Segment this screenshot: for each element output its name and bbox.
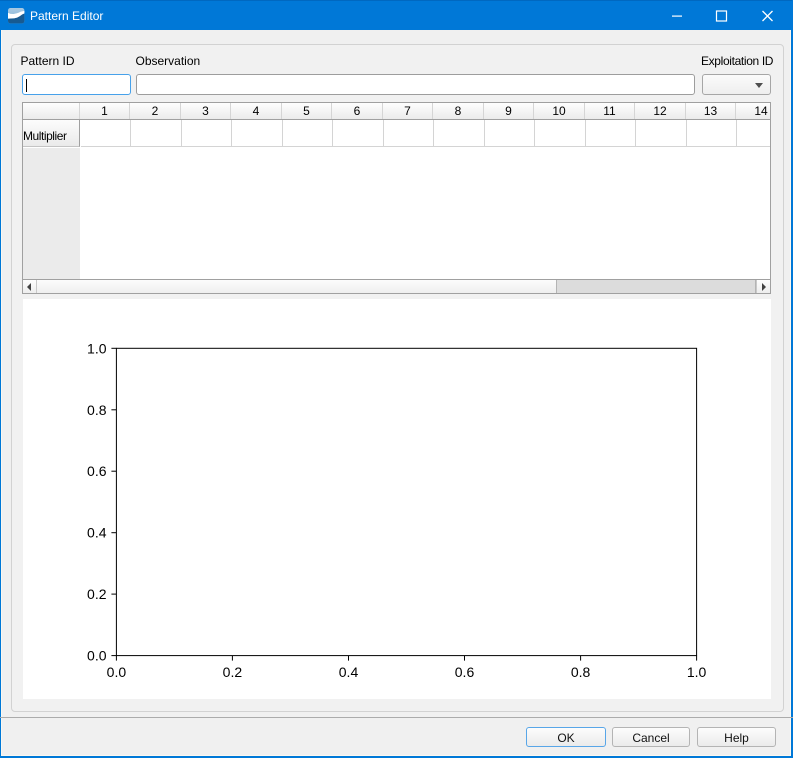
svg-text:0.4: 0.4 bbox=[87, 525, 107, 541]
svg-text:0.0: 0.0 bbox=[87, 648, 107, 664]
svg-text:0.8: 0.8 bbox=[571, 664, 591, 680]
svg-text:0.6: 0.6 bbox=[87, 463, 107, 479]
svg-text:0.2: 0.2 bbox=[223, 664, 243, 680]
svg-text:0.2: 0.2 bbox=[87, 586, 107, 602]
svg-text:0.0: 0.0 bbox=[107, 664, 127, 680]
svg-text:0.8: 0.8 bbox=[87, 402, 107, 418]
svg-text:0.4: 0.4 bbox=[339, 664, 359, 680]
svg-text:1.0: 1.0 bbox=[87, 340, 107, 356]
svg-text:1.0: 1.0 bbox=[687, 664, 707, 680]
svg-text:0.6: 0.6 bbox=[455, 664, 475, 680]
